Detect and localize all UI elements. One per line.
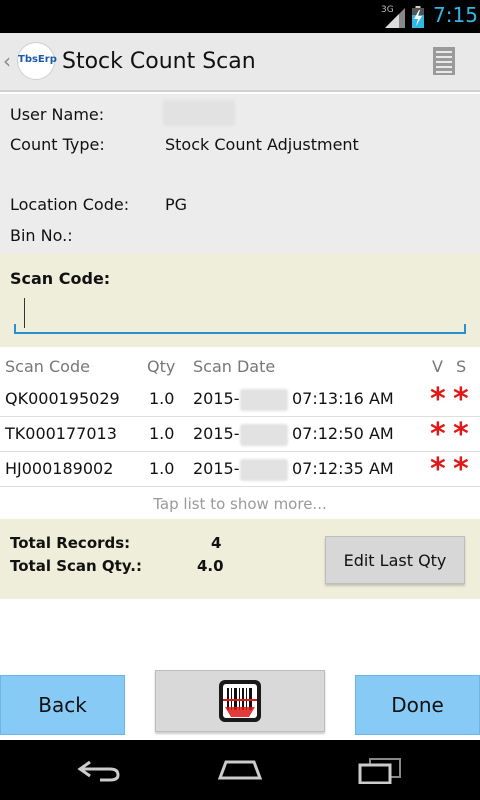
signal-icon	[385, 8, 405, 28]
row-s-marker: *	[453, 382, 469, 417]
row-time: 07:12:50 AM	[292, 424, 394, 443]
home-nav-icon[interactable]	[216, 758, 264, 782]
page-title: Stock Count Scan	[62, 49, 256, 74]
recent-apps-nav-icon[interactable]	[358, 758, 402, 784]
back-nav-icon[interactable]	[76, 758, 122, 782]
row-date-redacted	[240, 424, 288, 446]
show-more-link[interactable]: Tap list to show more...	[0, 495, 480, 513]
scan-code-label: Scan Code:	[10, 269, 111, 288]
status-bar: 3G 7:15	[0, 0, 480, 33]
row-v-marker: *	[430, 417, 446, 452]
header-scan-code: Scan Code	[5, 357, 90, 376]
total-scan-qty-value: 4.0	[197, 557, 224, 575]
edit-last-qty-button[interactable]: Edit Last Qty	[325, 536, 465, 584]
scan-button[interactable]	[155, 670, 325, 732]
app-logo[interactable]: TbsErp	[17, 42, 57, 80]
row-qty: 1.0	[149, 459, 175, 478]
row-date-redacted	[240, 389, 288, 411]
row-date-prefix: 2015-	[193, 389, 240, 408]
row-time: 07:12:35 AM	[292, 459, 394, 478]
app-logo-text: TbsErp	[18, 54, 57, 65]
header-scan-date: Scan Date	[193, 357, 276, 376]
user-name-redacted	[163, 100, 235, 126]
table-row[interactable]: QK000195029 1.0 2015- 07:13:16 AM * *	[0, 382, 480, 417]
row-date-redacted	[240, 459, 288, 481]
row-time: 07:13:16 AM	[292, 389, 394, 408]
up-caret-icon[interactable]: ‹	[3, 49, 11, 73]
row-qty: 1.0	[149, 389, 175, 408]
user-name-label: User Name:	[10, 105, 105, 124]
done-button[interactable]: Done	[355, 675, 480, 735]
row-date-prefix: 2015-	[193, 459, 240, 478]
table-row[interactable]: TK000177013 1.0 2015- 07:12:50 AM * *	[0, 417, 480, 452]
row-scan-code: HJ000189002	[5, 459, 114, 478]
back-button[interactable]: Back	[0, 675, 125, 735]
battery-charging-icon	[412, 6, 424, 28]
total-scan-qty-label: Total Scan Qty.:	[10, 557, 142, 575]
scan-list[interactable]: Scan Code Qty Scan Date V S QK000195029 …	[0, 347, 480, 517]
row-s-marker: *	[453, 417, 469, 452]
header-v: V	[432, 357, 443, 376]
action-bar: ‹ TbsErp Stock Count Scan	[0, 33, 480, 92]
info-panel: User Name: Count Type: Stock Count Adjus…	[0, 94, 480, 254]
header-s: S	[456, 357, 467, 376]
total-records-value: 4	[211, 534, 222, 552]
count-type-value: Stock Count Adjustment	[165, 135, 359, 154]
location-code-value: PG	[165, 195, 188, 214]
bin-no-label: Bin No.:	[10, 226, 73, 245]
location-code-label: Location Code:	[10, 195, 130, 214]
text-cursor	[24, 298, 25, 328]
count-type-label: Count Type:	[10, 135, 105, 154]
header-qty: Qty	[147, 357, 176, 376]
total-records-label: Total Records:	[10, 534, 131, 552]
row-scan-code: TK000177013	[5, 424, 117, 443]
system-nav-bar	[0, 740, 480, 800]
list-menu-icon[interactable]	[433, 47, 455, 75]
row-qty: 1.0	[149, 424, 175, 443]
table-row[interactable]: HJ000189002 1.0 2015- 07:12:35 AM * *	[0, 452, 480, 487]
clock: 7:15	[433, 3, 478, 27]
row-date-prefix: 2015-	[193, 424, 240, 443]
row-v-marker: *	[430, 452, 446, 487]
scan-code-panel: Scan Code:	[0, 254, 480, 347]
row-scan-code: QK000195029	[5, 389, 120, 408]
scan-code-input[interactable]	[14, 294, 466, 334]
totals-panel: Total Records: 4 Total Scan Qty.: 4.0 Ed…	[0, 519, 480, 599]
row-s-marker: *	[453, 452, 469, 487]
row-v-marker: *	[430, 382, 446, 417]
barcode-scanner-icon	[219, 680, 261, 722]
